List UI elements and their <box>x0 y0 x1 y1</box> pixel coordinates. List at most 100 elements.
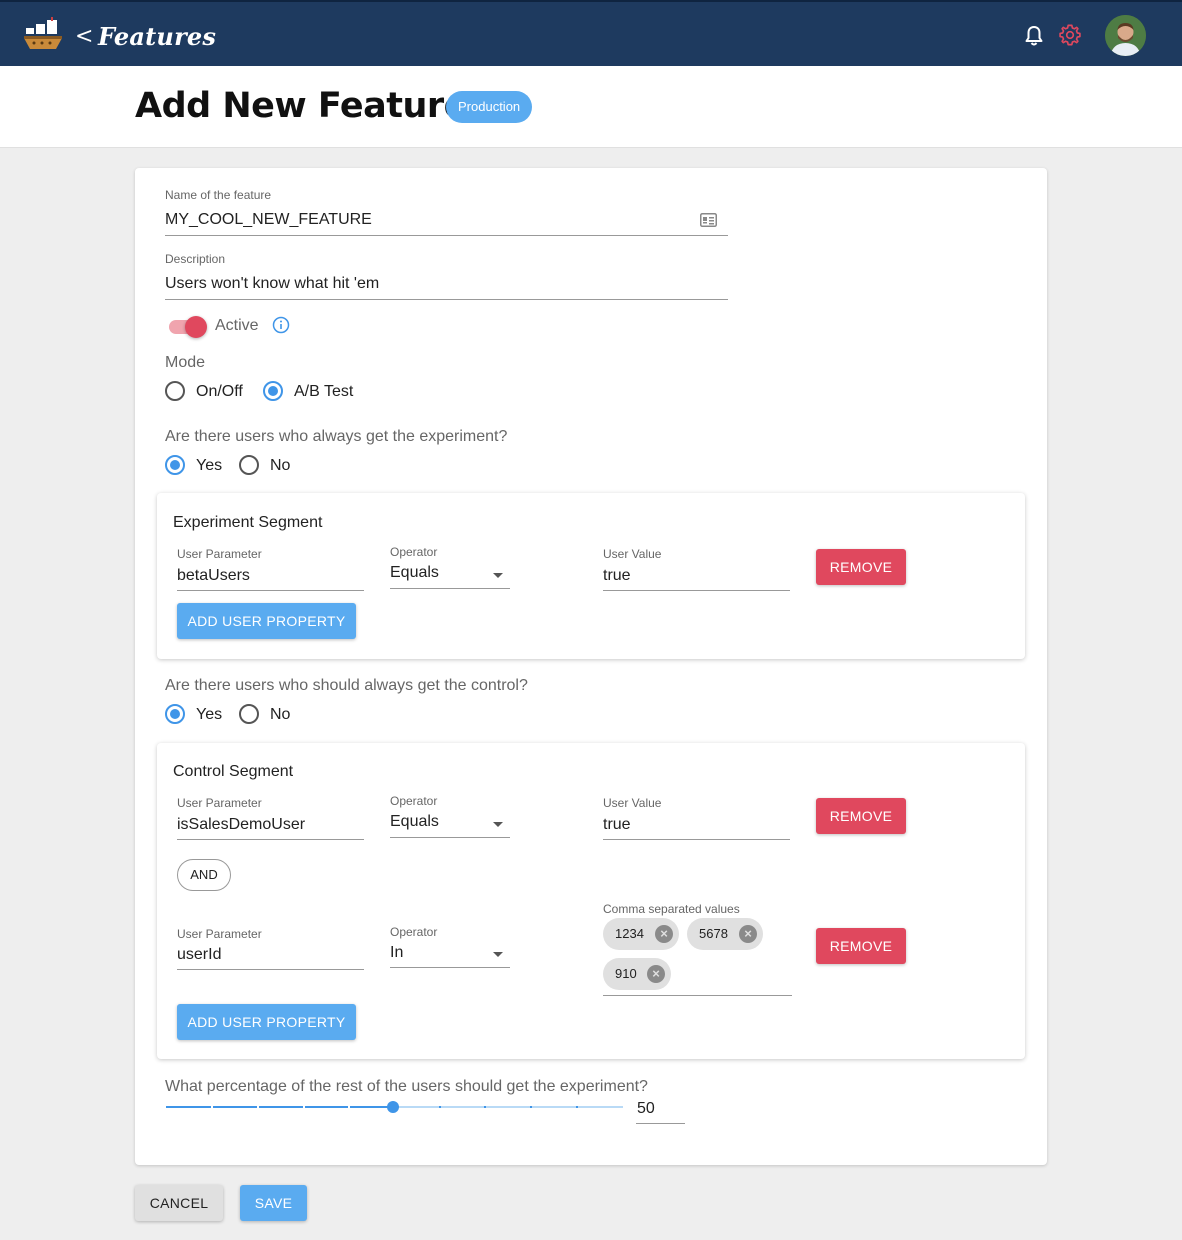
slider-tick <box>439 1106 441 1108</box>
slider-tick <box>576 1106 578 1108</box>
user-value-input[interactable]: true <box>603 816 631 834</box>
operator-select[interactable]: Equals <box>390 813 439 831</box>
user-avatar[interactable] <box>1105 15 1146 56</box>
remove-rule-button[interactable]: REMOVE <box>816 798 906 834</box>
avatar-image <box>1105 15 1146 56</box>
description-field-underline <box>165 299 728 300</box>
user-value-label: User Value <box>603 547 662 561</box>
user-value-underline <box>603 590 790 591</box>
operator-select[interactable]: In <box>390 944 403 962</box>
percentage-question: What percentage of the rest of the users… <box>165 1078 648 1095</box>
ship-logo-icon[interactable] <box>22 16 64 54</box>
value-chip: 910 × <box>603 958 671 990</box>
percentage-input-underline <box>636 1123 685 1124</box>
value-chip: 1234 × <box>603 918 679 950</box>
experiment-radio-yes[interactable] <box>165 455 185 475</box>
operator-underline <box>390 588 510 589</box>
user-parameter-label: User Parameter <box>177 547 262 561</box>
gear-icon[interactable] <box>1059 24 1081 46</box>
mode-radio-abtest[interactable] <box>263 381 283 401</box>
user-parameter-label: User Parameter <box>177 796 262 810</box>
chip-remove-icon[interactable]: × <box>739 925 757 943</box>
name-field-label: Name of the feature <box>165 188 272 202</box>
user-parameter-underline <box>177 969 364 970</box>
info-icon[interactable] <box>272 316 290 334</box>
user-value-input[interactable]: true <box>603 567 631 585</box>
user-parameter-input[interactable]: isSalesDemoUser <box>177 816 305 834</box>
user-parameter-label: User Parameter <box>177 927 262 941</box>
experiment-segment-title: Experiment Segment <box>173 514 323 531</box>
value-chip: 5678 × <box>687 918 763 950</box>
active-toggle-switch[interactable] <box>185 316 207 338</box>
remove-rule-button[interactable]: REMOVE <box>816 928 906 964</box>
mode-label: Mode <box>165 354 206 371</box>
user-parameter-input[interactable]: betaUsers <box>177 567 250 585</box>
chevron-down-icon[interactable] <box>493 952 503 957</box>
name-field-input[interactable]: MY_COOL_NEW_FEATURE <box>165 211 372 229</box>
operator-underline <box>390 837 510 838</box>
remove-rule-button[interactable]: REMOVE <box>816 549 906 585</box>
comma-values-label: Comma separated values <box>603 902 740 916</box>
operator-select[interactable]: Equals <box>390 564 439 582</box>
slider-tick <box>484 1106 486 1108</box>
save-button[interactable]: SAVE <box>240 1185 307 1221</box>
operator-label: Operator <box>390 925 438 939</box>
description-field-label: Description <box>165 252 226 266</box>
app-section-title[interactable]: Features <box>98 22 216 51</box>
percentage-input[interactable]: 50 <box>637 1100 655 1118</box>
user-value-label: User Value <box>603 796 662 810</box>
slider-tick <box>348 1106 350 1108</box>
feature-form-card: Name of the feature MY_COOL_NEW_FEATURE … <box>135 168 1047 1165</box>
user-value-underline <box>603 839 790 840</box>
comma-values-underline <box>603 995 792 996</box>
page-header: Add New Feature Production <box>0 66 1182 148</box>
back-button[interactable]: < <box>75 24 93 49</box>
experiment-radio-no[interactable] <box>239 455 259 475</box>
cancel-button[interactable]: CANCEL <box>135 1185 223 1221</box>
value-chip-label: 5678 <box>699 926 728 941</box>
user-parameter-underline <box>177 590 364 591</box>
control-segment: Control Segment User Parameter isSalesDe… <box>157 743 1025 1059</box>
experiment-yes-label: Yes <box>196 457 223 474</box>
control-radio-yes[interactable] <box>165 704 185 724</box>
page-title: Add New Feature <box>135 86 467 126</box>
user-parameter-input[interactable]: userId <box>177 946 221 964</box>
user-parameter-underline <box>177 839 364 840</box>
chip-remove-icon[interactable]: × <box>647 965 665 983</box>
value-chip-label: 910 <box>615 966 637 981</box>
add-user-property-button[interactable]: ADD USER PROPERTY <box>177 603 356 639</box>
control-segment-title: Control Segment <box>173 763 294 780</box>
top-app-bar: < Features <box>0 0 1182 66</box>
operator-underline <box>390 967 510 968</box>
mode-option-abtest-label: A/B Test <box>294 383 354 400</box>
value-chip-label: 1234 <box>615 926 644 941</box>
slider-tick <box>303 1106 305 1108</box>
chevron-down-icon[interactable] <box>493 573 503 578</box>
slider-tick <box>530 1106 532 1108</box>
control-radio-no[interactable] <box>239 704 259 724</box>
percentage-slider-track[interactable] <box>166 1106 393 1108</box>
chip-remove-icon[interactable]: × <box>655 925 673 943</box>
operator-label: Operator <box>390 794 438 808</box>
slider-tick <box>257 1106 259 1108</box>
experiment-question: Are there users who always get the exper… <box>165 428 508 445</box>
and-connector-chip[interactable]: AND <box>177 859 231 891</box>
percentage-slider-thumb[interactable] <box>387 1101 399 1113</box>
environment-badge[interactable]: Production <box>446 91 533 123</box>
contact-card-icon <box>700 213 717 227</box>
mode-option-onoff-label: On/Off <box>196 383 243 400</box>
slider-tick <box>211 1106 213 1108</box>
experiment-no-label: No <box>270 457 291 474</box>
mode-radio-onoff[interactable] <box>165 381 185 401</box>
add-user-property-button[interactable]: ADD USER PROPERTY <box>177 1004 356 1040</box>
control-yes-label: Yes <box>196 706 223 723</box>
description-field-input[interactable]: Users won't know what hit 'em <box>165 275 379 293</box>
chevron-down-icon[interactable] <box>493 822 503 827</box>
control-no-label: No <box>270 706 291 723</box>
control-question: Are there users who should always get th… <box>165 677 528 694</box>
bell-icon[interactable] <box>1024 25 1044 47</box>
operator-label: Operator <box>390 545 438 559</box>
experiment-segment: Experiment Segment User Parameter betaUs… <box>157 493 1025 659</box>
name-field-underline <box>165 235 728 236</box>
active-label: Active <box>215 317 259 334</box>
